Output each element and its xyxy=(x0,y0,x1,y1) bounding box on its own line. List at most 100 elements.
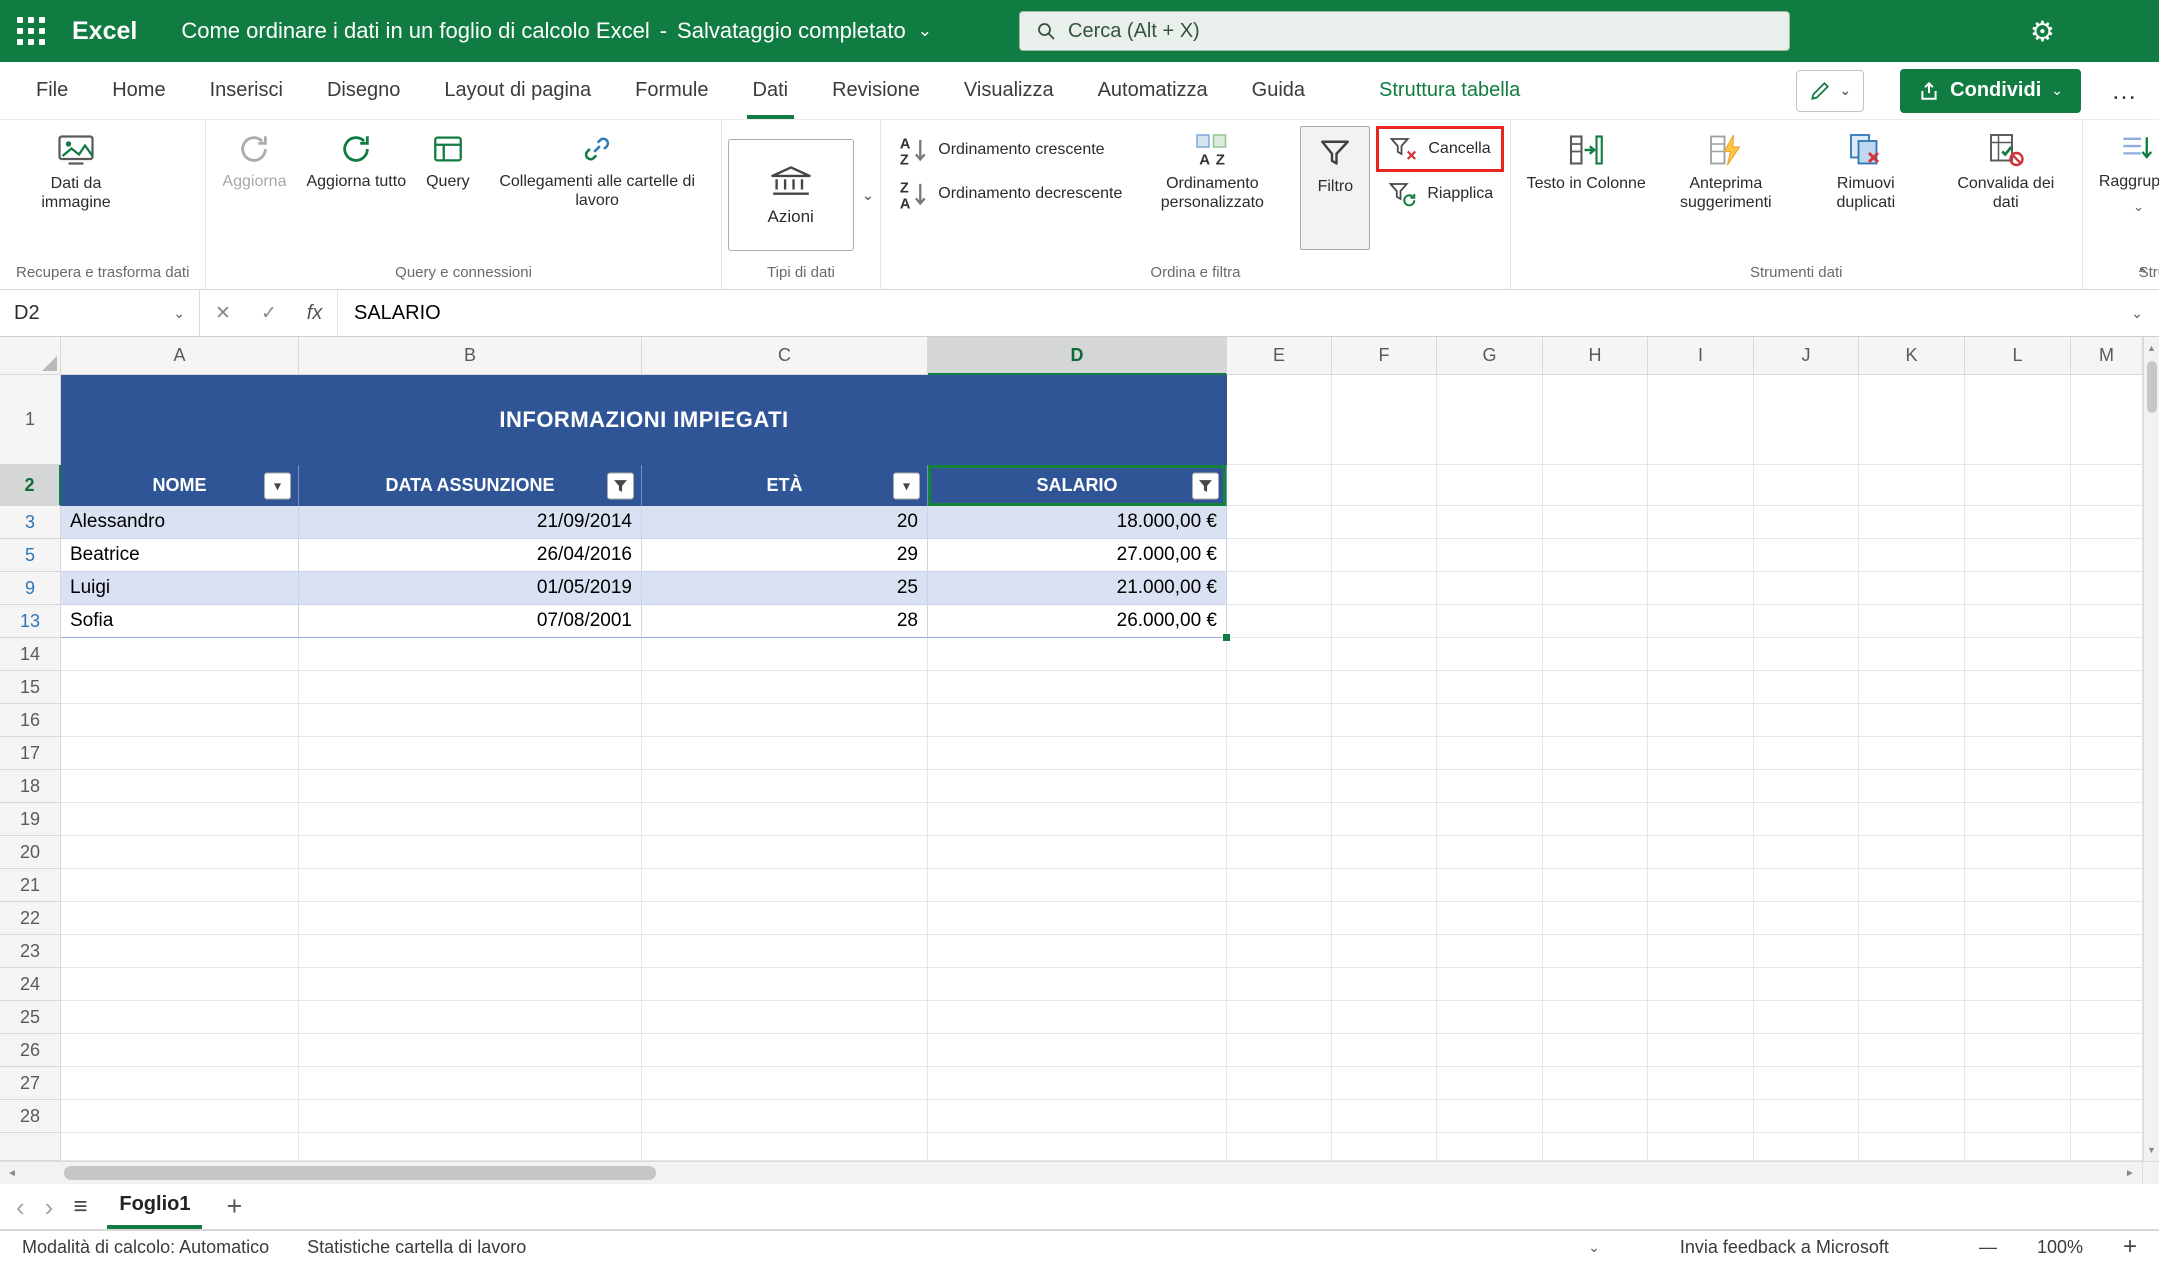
cell-H27[interactable] xyxy=(1543,1067,1648,1100)
search-box[interactable]: Cerca (Alt + X) xyxy=(1019,11,1790,51)
cell-F1[interactable] xyxy=(1332,375,1437,465)
formula-content[interactable]: SALARIO xyxy=(338,290,2115,336)
cell-F2[interactable] xyxy=(1332,465,1437,506)
tab-home[interactable]: Home xyxy=(90,62,187,119)
column-header-D[interactable]: D xyxy=(928,337,1227,375)
scroll-left-icon[interactable]: ◄ xyxy=(0,1168,24,1179)
cell-E25[interactable] xyxy=(1227,1001,1332,1034)
fill-handle[interactable] xyxy=(1222,633,1231,642)
cell-C9[interactable]: 25 xyxy=(642,572,928,605)
cell-L18[interactable] xyxy=(1965,770,2071,803)
cell-F9[interactable] xyxy=(1332,572,1437,605)
vertical-scroll-thumb[interactable] xyxy=(2147,361,2157,413)
cell-B28[interactable] xyxy=(299,1100,642,1133)
cell-A21[interactable] xyxy=(61,869,299,902)
cell-L3[interactable] xyxy=(1965,506,2071,539)
cell-K23[interactable] xyxy=(1859,935,1965,968)
cell-E24[interactable] xyxy=(1227,968,1332,1001)
cell-E5[interactable] xyxy=(1227,539,1332,572)
cell-M23[interactable] xyxy=(2071,935,2143,968)
cell-H3[interactable] xyxy=(1543,506,1648,539)
horizontal-scrollbar[interactable]: ◄ ► xyxy=(0,1161,2159,1184)
cell-E18[interactable] xyxy=(1227,770,1332,803)
app-launcher-icon[interactable] xyxy=(0,0,62,62)
cell-B24[interactable] xyxy=(299,968,642,1001)
cell-F18[interactable] xyxy=(1332,770,1437,803)
cell-C-partial[interactable] xyxy=(642,1133,928,1161)
cell-D27[interactable] xyxy=(928,1067,1227,1100)
cell-C14[interactable] xyxy=(642,638,928,671)
cell-J18[interactable] xyxy=(1754,770,1859,803)
cell-G5[interactable] xyxy=(1437,539,1543,572)
cell-K19[interactable] xyxy=(1859,803,1965,836)
workbook-links-button[interactable]: Collegamenti alle cartelle di lavoro xyxy=(480,126,715,216)
cell-I26[interactable] xyxy=(1648,1034,1754,1067)
cell-D9[interactable]: 21.000,00 € xyxy=(928,572,1227,605)
cell-J16[interactable] xyxy=(1754,704,1859,737)
filter-button[interactable]: Filtro xyxy=(1300,126,1370,250)
cell-B27[interactable] xyxy=(299,1067,642,1100)
cell-E2[interactable] xyxy=(1227,465,1332,506)
cell-I16[interactable] xyxy=(1648,704,1754,737)
scroll-down-icon[interactable]: ▼ xyxy=(2144,1139,2159,1161)
cell-D21[interactable] xyxy=(928,869,1227,902)
cell-L5[interactable] xyxy=(1965,539,2071,572)
cell-J27[interactable] xyxy=(1754,1067,1859,1100)
cell-F26[interactable] xyxy=(1332,1034,1437,1067)
send-feedback-link[interactable]: Invia feedback a Microsoft xyxy=(1680,1237,1889,1258)
cell-E9[interactable] xyxy=(1227,572,1332,605)
cell-K3[interactable] xyxy=(1859,506,1965,539)
cell-M5[interactable] xyxy=(2071,539,2143,572)
cell-D17[interactable] xyxy=(928,737,1227,770)
cell-L28[interactable] xyxy=(1965,1100,2071,1133)
filter-applied-button-B[interactable] xyxy=(607,472,634,499)
row-header-5[interactable]: 5 xyxy=(0,539,61,572)
cell-K1[interactable] xyxy=(1859,375,1965,465)
cell-B25[interactable] xyxy=(299,1001,642,1034)
tab-inserisci[interactable]: Inserisci xyxy=(188,62,305,119)
cell-B16[interactable] xyxy=(299,704,642,737)
prev-sheet-icon[interactable]: ‹ xyxy=(16,1194,25,1220)
cell-G21[interactable] xyxy=(1437,869,1543,902)
cell-M2[interactable] xyxy=(2071,465,2143,506)
cell-C17[interactable] xyxy=(642,737,928,770)
cell-K18[interactable] xyxy=(1859,770,1965,803)
cell-K2[interactable] xyxy=(1859,465,1965,506)
cell-C5[interactable]: 29 xyxy=(642,539,928,572)
cell-B3[interactable]: 21/09/2014 xyxy=(299,506,642,539)
cell-F13[interactable] xyxy=(1332,605,1437,638)
cell-L9[interactable] xyxy=(1965,572,2071,605)
cell-G15[interactable] xyxy=(1437,671,1543,704)
cell-H20[interactable] xyxy=(1543,836,1648,869)
cell-M21[interactable] xyxy=(2071,869,2143,902)
column-header-G[interactable]: G xyxy=(1437,337,1543,375)
cell-F28[interactable] xyxy=(1332,1100,1437,1133)
cell-A26[interactable] xyxy=(61,1034,299,1067)
cell-D25[interactable] xyxy=(928,1001,1227,1034)
cell-L16[interactable] xyxy=(1965,704,2071,737)
cell-H24[interactable] xyxy=(1543,968,1648,1001)
cell-M1[interactable] xyxy=(2071,375,2143,465)
cell-F23[interactable] xyxy=(1332,935,1437,968)
cell-G3[interactable] xyxy=(1437,506,1543,539)
row-header-3[interactable]: 3 xyxy=(0,506,61,539)
filter-menu-button-C[interactable]: ▾ xyxy=(893,472,920,499)
refresh-all-button[interactable]: Aggiorna tutto xyxy=(296,126,416,197)
cell-L-partial[interactable] xyxy=(1965,1133,2071,1161)
cell-F24[interactable] xyxy=(1332,968,1437,1001)
formula-bar-expand-icon[interactable]: ⌄ xyxy=(2115,290,2159,336)
zoom-level[interactable]: 100% xyxy=(2037,1237,2083,1258)
cell-G18[interactable] xyxy=(1437,770,1543,803)
cell-B9[interactable]: 01/05/2019 xyxy=(299,572,642,605)
row-header-24[interactable]: 24 xyxy=(0,968,61,1001)
cell-M3[interactable] xyxy=(2071,506,2143,539)
insert-function-icon[interactable]: fx xyxy=(292,290,338,336)
cell-D18[interactable] xyxy=(928,770,1227,803)
cell-I15[interactable] xyxy=(1648,671,1754,704)
cell-E22[interactable] xyxy=(1227,902,1332,935)
cell-H14[interactable] xyxy=(1543,638,1648,671)
cell-H16[interactable] xyxy=(1543,704,1648,737)
cell-C27[interactable] xyxy=(642,1067,928,1100)
column-header-M[interactable]: M xyxy=(2071,337,2143,375)
cell-K20[interactable] xyxy=(1859,836,1965,869)
